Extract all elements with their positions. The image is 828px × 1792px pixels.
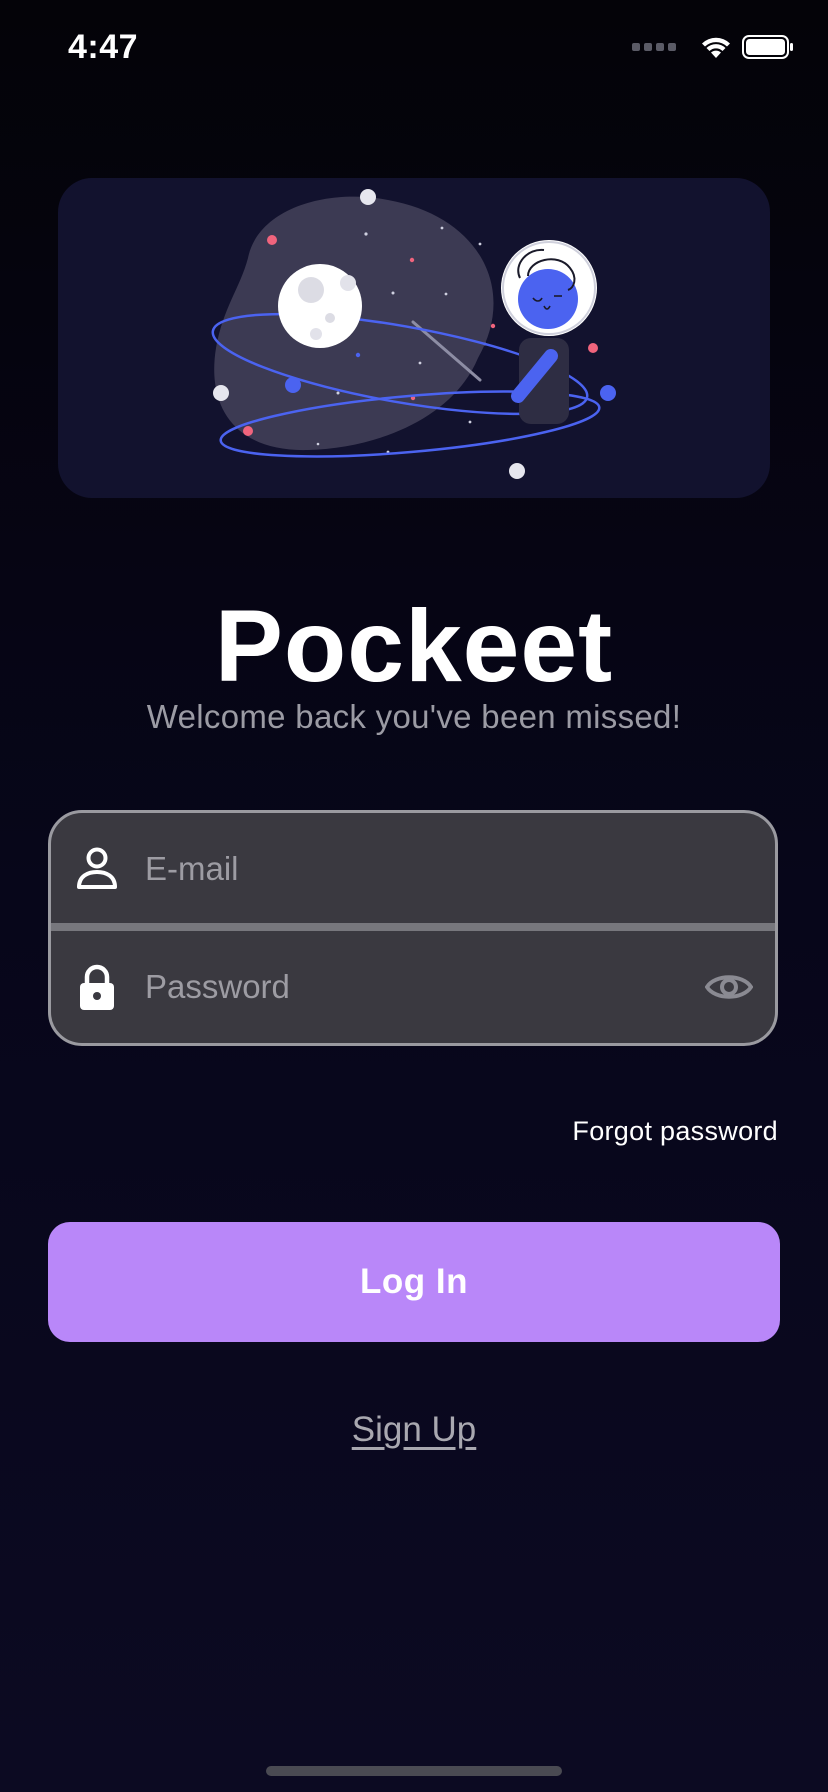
hero-illustration	[58, 178, 770, 498]
lock-icon	[80, 964, 114, 1010]
login-screen: 4:47 Pockeet Welcome back you've been mi…	[0, 0, 828, 1792]
email-field[interactable]	[145, 850, 705, 888]
battery-icon	[742, 35, 793, 59]
home-indicator[interactable]	[266, 1766, 562, 1776]
signup-link[interactable]: Sign Up	[0, 1410, 828, 1450]
status-indicators	[632, 34, 794, 60]
status-time: 4:47	[68, 28, 139, 66]
password-field[interactable]	[145, 968, 705, 1006]
login-button[interactable]: Log In	[48, 1222, 780, 1342]
forgot-password-link[interactable]: Forgot password	[572, 1116, 778, 1147]
field-divider	[51, 923, 775, 931]
app-title: Pockeet	[214, 589, 614, 703]
eye-icon[interactable]	[705, 970, 753, 1004]
wifi-icon	[702, 37, 730, 58]
person-icon	[77, 847, 117, 889]
welcome-subtitle: Welcome back you've been missed!	[146, 698, 682, 735]
email-row	[51, 813, 775, 925]
signal-icon	[632, 43, 676, 51]
password-row	[51, 931, 775, 1043]
login-form	[48, 810, 778, 1046]
